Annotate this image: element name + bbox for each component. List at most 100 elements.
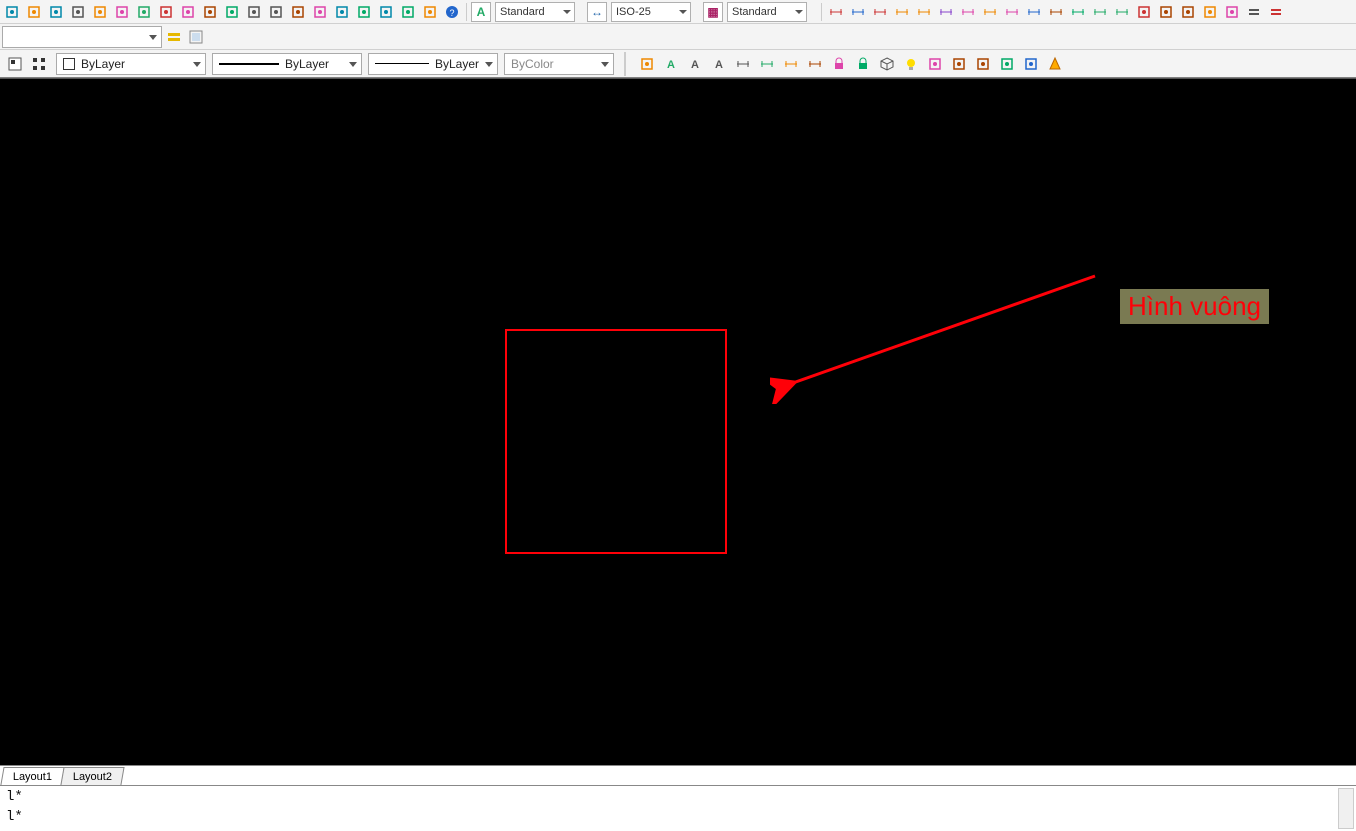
vdim-orange[interactable]: [848, 2, 868, 22]
layout-tab-label: Layout2: [73, 771, 112, 783]
undo-icon[interactable]: [134, 2, 154, 22]
quick-layer-combo[interactable]: [2, 26, 162, 48]
layer-manage-icon[interactable]: [186, 27, 206, 47]
help-icon[interactable]: ?: [442, 2, 462, 22]
radius-dim[interactable]: [1024, 2, 1044, 22]
wrench-icon[interactable]: [90, 2, 110, 22]
annotation-label: Hình vuông: [1120, 289, 1269, 324]
dimbreak-icon[interactable]: [780, 53, 802, 75]
arrow-down-blue-icon[interactable]: [112, 2, 132, 22]
box-dim[interactable]: [1090, 2, 1110, 22]
zoom-previous-icon[interactable]: [266, 2, 286, 22]
project-icon[interactable]: [636, 53, 658, 75]
clipboard-icon[interactable]: [398, 2, 418, 22]
m-dim[interactable]: [1068, 2, 1088, 22]
layout-tab-layout2[interactable]: Layout2: [61, 767, 125, 785]
A-icon[interactable]: A: [708, 53, 730, 75]
color-combo[interactable]: ByLayer: [56, 53, 206, 75]
vdim-purple[interactable]: [914, 2, 934, 22]
lineweight-combo[interactable]: ByLayer: [368, 53, 498, 75]
table-style-combo[interactable]: Standard: [727, 2, 807, 22]
table-style-icon[interactable]: ▦: [703, 2, 723, 22]
sheet-icon[interactable]: [310, 2, 330, 22]
window-icon[interactable]: [2, 2, 22, 22]
svg-text:?: ?: [449, 8, 454, 18]
layout-tab-label: Layout1: [13, 771, 52, 783]
text-style-combo[interactable]: Standard: [495, 2, 575, 22]
plotstyle-combo[interactable]: ByColor: [504, 53, 614, 75]
pencil-icon[interactable]: [68, 2, 88, 22]
separator: [624, 52, 626, 76]
stacked-icon[interactable]: [1222, 2, 1242, 22]
scrollbar[interactable]: [1338, 788, 1354, 829]
bulb-icon[interactable]: [900, 53, 922, 75]
layer-icon[interactable]: [24, 2, 44, 22]
color-swatch: [63, 58, 75, 70]
layer-states-icon[interactable]: [164, 27, 184, 47]
linetype-sample: [219, 63, 279, 65]
structure-icon[interactable]: [288, 2, 308, 22]
clipboard2-icon[interactable]: [996, 53, 1018, 75]
angular-dim[interactable]: [980, 2, 1000, 22]
hand-icon[interactable]: [178, 2, 198, 22]
arc-icon[interactable]: [46, 2, 66, 22]
unlock-icon[interactable]: [852, 53, 874, 75]
arc-dim[interactable]: [1046, 2, 1066, 22]
separator: [821, 3, 822, 21]
sheet2-icon[interactable]: [972, 53, 994, 75]
linetype-combo[interactable]: ByLayer: [212, 53, 362, 75]
layer-props-icon[interactable]: [4, 53, 26, 75]
lock-icon[interactable]: [828, 53, 850, 75]
linear-dim[interactable]: [936, 2, 956, 22]
color-value: ByLayer: [81, 57, 125, 71]
linetype-value: ByLayer: [285, 57, 329, 71]
text-style-icon[interactable]: A: [471, 2, 491, 22]
svg-text:A: A: [667, 59, 675, 71]
zoom-icon[interactable]: [200, 2, 220, 22]
edit-icon[interactable]: [354, 2, 374, 22]
sun-icon[interactable]: [1134, 2, 1154, 22]
lineweight-value: ByLayer: [435, 57, 479, 71]
command-line: l*: [6, 808, 1350, 828]
layers-icon[interactable]: [376, 2, 396, 22]
props-icon[interactable]: [332, 2, 352, 22]
equals-orange[interactable]: [1266, 2, 1286, 22]
toolbar-row-1: ? A Standard ↔ ISO-25 ▦ Standard: [0, 0, 1356, 24]
vdim-green[interactable]: [870, 2, 890, 22]
svg-text:A: A: [715, 59, 723, 71]
command-log[interactable]: l*l*: [0, 785, 1356, 831]
drawing-canvas[interactable]: Hình vuông: [0, 78, 1356, 765]
calc-icon[interactable]: [420, 2, 440, 22]
circle-cross-icon[interactable]: [1200, 2, 1220, 22]
command-line: l*: [6, 788, 1350, 808]
scissors-icon[interactable]: [1178, 2, 1198, 22]
dimcontd-icon[interactable]: [756, 53, 778, 75]
red-square-shape[interactable]: [505, 329, 727, 554]
layout-tab-layout1[interactable]: Layout1: [0, 767, 64, 785]
cube-icon[interactable]: [876, 53, 898, 75]
break-dim[interactable]: [1112, 2, 1132, 22]
layers3-icon[interactable]: [1020, 53, 1042, 75]
window-layers-icon[interactable]: [948, 53, 970, 75]
dimlinear-icon[interactable]: [732, 53, 754, 75]
view-icon[interactable]: [924, 53, 946, 75]
dim-style-combo[interactable]: ISO-25: [611, 2, 691, 22]
ordinate-dim[interactable]: [1002, 2, 1022, 22]
abc-icon[interactable]: A: [660, 53, 682, 75]
vdim-red[interactable]: [826, 2, 846, 22]
dimangle-icon[interactable]: [804, 53, 826, 75]
lineweight-sample: [375, 63, 429, 64]
dim-style-icon[interactable]: ↔: [587, 2, 607, 22]
aligned-dim[interactable]: [958, 2, 978, 22]
target-icon[interactable]: [1156, 2, 1176, 22]
redo-icon[interactable]: [156, 2, 176, 22]
equals-red[interactable]: [1244, 2, 1264, 22]
vdim-blue[interactable]: [892, 2, 912, 22]
cone-icon[interactable]: [1044, 53, 1066, 75]
zoom-extents-icon[interactable]: [244, 2, 264, 22]
svg-text:A: A: [691, 59, 699, 71]
toolbar-row-1b: [0, 24, 1356, 50]
zoom-window-icon[interactable]: [222, 2, 242, 22]
qr-icon-2[interactable]: [28, 53, 50, 75]
textedit-icon[interactable]: A: [684, 53, 706, 75]
